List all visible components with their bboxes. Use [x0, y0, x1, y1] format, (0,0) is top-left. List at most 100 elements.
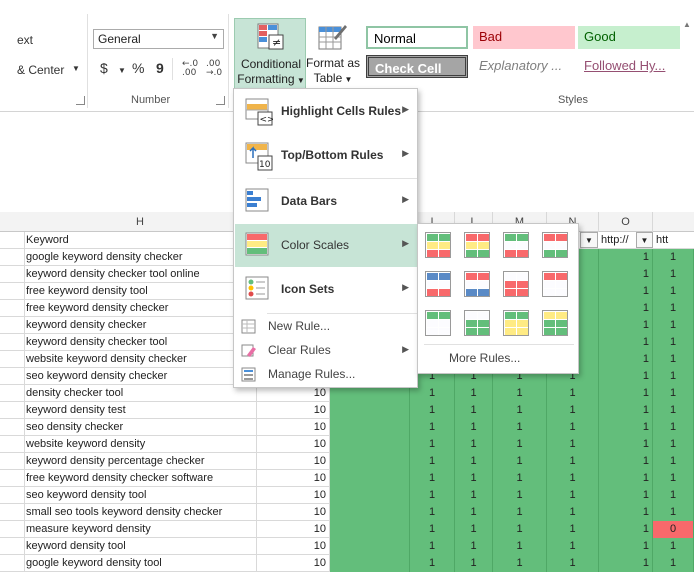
- value-cell[interactable]: 1: [653, 402, 694, 419]
- value-cell[interactable]: [330, 555, 410, 572]
- value-cell[interactable]: [330, 538, 410, 555]
- value-cell[interactable]: 1: [599, 385, 653, 402]
- filter-header-cell[interactable]: htt: [654, 232, 694, 249]
- value-cell[interactable]: 1: [653, 266, 694, 283]
- menu-item-new-rule[interactable]: New Rule...: [235, 315, 417, 338]
- keyword-cell[interactable]: small seo tools keyword density checker: [24, 504, 257, 521]
- style-normal[interactable]: Normal: [366, 26, 468, 49]
- value-cell[interactable]: 1: [410, 538, 455, 555]
- value-cell[interactable]: [330, 470, 410, 487]
- filter-dropdown-icon[interactable]: ▼: [636, 232, 653, 248]
- value-cell[interactable]: 1: [410, 521, 455, 538]
- keyword-cell[interactable]: free keyword density checker: [24, 300, 257, 317]
- merge-center-button[interactable]: & Center: [17, 63, 64, 77]
- count-cell[interactable]: 10: [257, 487, 330, 504]
- keyword-cell[interactable]: google keyword density tool: [24, 555, 257, 572]
- increase-decimal-icon[interactable]: ←.0.00: [182, 60, 198, 78]
- color-scale-option[interactable]: [542, 271, 568, 297]
- style-followed-hyperlink[interactable]: Followed Hy...: [578, 55, 680, 78]
- value-cell[interactable]: 1: [653, 351, 694, 368]
- value-cell[interactable]: 1: [599, 334, 653, 351]
- value-cell[interactable]: 1: [547, 555, 599, 572]
- count-cell[interactable]: 10: [257, 555, 330, 572]
- value-cell[interactable]: 1: [493, 470, 547, 487]
- value-cell[interactable]: 1: [493, 504, 547, 521]
- color-scale-option[interactable]: [425, 271, 451, 297]
- value-cell[interactable]: 1: [653, 368, 694, 385]
- style-check-cell[interactable]: Check Cell: [366, 55, 468, 78]
- value-cell[interactable]: 1: [653, 538, 694, 555]
- count-cell[interactable]: 10: [257, 402, 330, 419]
- value-cell[interactable]: 1: [599, 504, 653, 521]
- value-cell[interactable]: 1: [653, 249, 694, 266]
- number-launcher-icon[interactable]: [216, 96, 225, 105]
- value-cell[interactable]: [330, 487, 410, 504]
- value-cell[interactable]: 1: [410, 436, 455, 453]
- menu-item-highlight-cells-rules[interactable]: <> Highlight Cells Rules ▶: [235, 90, 417, 133]
- count-cell[interactable]: 10: [257, 453, 330, 470]
- value-cell[interactable]: 1: [599, 436, 653, 453]
- value-cell[interactable]: 1: [653, 453, 694, 470]
- value-cell[interactable]: 1: [410, 555, 455, 572]
- keyword-cell[interactable]: website keyword density checker: [24, 351, 257, 368]
- count-cell[interactable]: 10: [257, 504, 330, 521]
- value-cell[interactable]: 1: [455, 419, 493, 436]
- value-cell[interactable]: 1: [653, 504, 694, 521]
- value-cell[interactable]: 1: [653, 385, 694, 402]
- count-cell[interactable]: 10: [257, 538, 330, 555]
- count-cell[interactable]: 10: [257, 521, 330, 538]
- value-cell[interactable]: 1: [599, 470, 653, 487]
- value-cell[interactable]: 1: [547, 504, 599, 521]
- value-cell[interactable]: 1: [653, 470, 694, 487]
- value-cell[interactable]: 1: [493, 487, 547, 504]
- value-cell[interactable]: 1: [599, 487, 653, 504]
- value-cell[interactable]: 1: [493, 419, 547, 436]
- filter-dropdown-icon[interactable]: ▼: [580, 232, 598, 248]
- keyword-cell[interactable]: seo density checker: [24, 419, 257, 436]
- color-scale-option[interactable]: [542, 310, 568, 336]
- menu-item-data-bars[interactable]: Data Bars ▶: [235, 180, 417, 223]
- value-cell[interactable]: 1: [493, 402, 547, 419]
- value-cell[interactable]: 1: [547, 487, 599, 504]
- value-cell[interactable]: 1: [410, 419, 455, 436]
- more-rules-link[interactable]: More Rules...: [449, 351, 520, 365]
- keyword-cell[interactable]: free keyword density checker software: [24, 470, 257, 487]
- value-cell[interactable]: [330, 453, 410, 470]
- value-cell[interactable]: 1: [653, 334, 694, 351]
- value-cell[interactable]: 1: [410, 487, 455, 504]
- value-cell[interactable]: [330, 402, 410, 419]
- currency-dropdown-icon[interactable]: ▼: [118, 66, 126, 75]
- value-cell[interactable]: 1: [599, 266, 653, 283]
- color-scale-option[interactable]: [464, 232, 490, 258]
- value-cell[interactable]: 1: [455, 385, 493, 402]
- value-cell[interactable]: 1: [599, 521, 653, 538]
- keyword-cell[interactable]: seo keyword density tool: [24, 487, 257, 504]
- value-cell[interactable]: [330, 436, 410, 453]
- menu-item-clear-rules[interactable]: Clear Rules ▶: [235, 339, 417, 362]
- value-cell[interactable]: 1: [493, 385, 547, 402]
- color-scale-option[interactable]: [464, 310, 490, 336]
- menu-item-icon-sets[interactable]: Icon Sets ▶: [235, 268, 417, 311]
- merge-dropdown-icon[interactable]: ▼: [72, 64, 80, 73]
- wrap-text-button[interactable]: ext: [17, 33, 33, 47]
- value-cell[interactable]: 1: [599, 351, 653, 368]
- value-cell[interactable]: 1: [599, 555, 653, 572]
- value-cell[interactable]: 1: [455, 487, 493, 504]
- value-cell[interactable]: 1: [410, 402, 455, 419]
- value-cell[interactable]: 1: [455, 470, 493, 487]
- color-scale-option[interactable]: [503, 271, 529, 297]
- value-cell[interactable]: 1: [455, 538, 493, 555]
- value-cell[interactable]: 1: [410, 504, 455, 521]
- color-scale-option[interactable]: [503, 310, 529, 336]
- value-cell[interactable]: 1: [599, 538, 653, 555]
- value-cell[interactable]: 1: [547, 402, 599, 419]
- currency-button[interactable]: $: [100, 60, 108, 76]
- keyword-cell[interactable]: free keyword density tool: [24, 283, 257, 300]
- value-cell[interactable]: 1: [493, 521, 547, 538]
- value-cell[interactable]: 1: [493, 453, 547, 470]
- value-cell[interactable]: 1: [455, 453, 493, 470]
- keyword-cell[interactable]: keyword density checker tool online: [24, 266, 257, 283]
- keyword-cell[interactable]: google keyword density checker: [24, 249, 257, 266]
- value-cell[interactable]: 1: [599, 300, 653, 317]
- value-cell[interactable]: 1: [493, 436, 547, 453]
